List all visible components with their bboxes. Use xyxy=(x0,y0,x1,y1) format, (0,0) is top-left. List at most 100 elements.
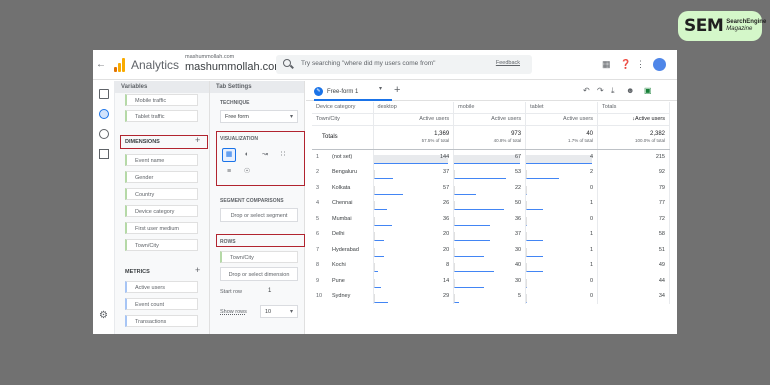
dimension-chip-country[interactable]: Country xyxy=(125,188,198,200)
city-name: Sydney xyxy=(332,293,351,300)
table-row[interactable]: 3 Kolkata 57 22 0 79 xyxy=(312,180,670,196)
add-metric-icon[interactable]: + xyxy=(195,265,200,275)
share-user-icon[interactable]: ☻ xyxy=(626,86,634,95)
cell-value: 51 xyxy=(658,246,665,253)
tab-settings-title: Tab Settings xyxy=(210,81,304,93)
avatar[interactable] xyxy=(653,58,666,71)
rows-chip-town-city[interactable]: Town/City xyxy=(220,251,298,263)
cell-desktop: 144 xyxy=(373,149,455,165)
table-row[interactable]: 10 Sydney 29 5 0 34 xyxy=(312,288,670,304)
dimension-chip-town-city[interactable]: Town/City xyxy=(125,239,198,251)
table-row[interactable]: 7 Hyderabad 20 30 1 51 xyxy=(312,242,670,258)
city-name: Chennai xyxy=(332,200,353,207)
bar-chart-viz-icon[interactable]: ≡ xyxy=(222,165,236,179)
back-arrow-icon[interactable]: ← xyxy=(96,59,106,70)
col-tablet[interactable]: tablet xyxy=(525,102,599,114)
feedback-link[interactable]: Feedback xyxy=(496,60,520,66)
segment-drop-zone[interactable]: Drop or select segment xyxy=(220,208,298,222)
reports-icon[interactable] xyxy=(99,89,109,99)
active-tab-indicator xyxy=(314,99,392,101)
free-form-table: Device category desktop mobile tablet To… xyxy=(312,102,670,304)
cell-value: 30 xyxy=(514,277,522,284)
metric-header-mobile[interactable]: Active users xyxy=(453,113,527,126)
metric-chip-transactions[interactable]: Transactions xyxy=(125,315,198,327)
metric-chip-active-users[interactable]: Active users xyxy=(125,281,198,293)
data-bar xyxy=(526,263,543,272)
segment-chip-tablet[interactable]: Tablet traffic xyxy=(125,110,198,122)
table-row[interactable]: 5 Mumbai 36 36 0 72 xyxy=(312,211,670,227)
donut-viz-icon[interactable]: ◐ xyxy=(240,148,254,162)
row-index: 9 xyxy=(316,277,320,284)
cell-city: 3 Kolkata xyxy=(312,180,374,196)
show-rows-select[interactable]: 10 ▾ xyxy=(260,305,298,318)
col-desktop[interactable]: desktop xyxy=(373,102,455,114)
more-vert-icon[interactable]: ⋮ xyxy=(636,59,645,69)
table-viz-icon[interactable]: ▦ xyxy=(222,148,236,162)
settings-gear-icon[interactable]: ⚙ xyxy=(99,311,109,321)
table-row[interactable]: 2 Bengaluru 37 53 2 92 xyxy=(312,164,670,180)
scatter-viz-icon[interactable]: ∷ xyxy=(276,148,290,162)
cell-tablet: 1 xyxy=(525,195,599,211)
start-row-input[interactable]: 1 xyxy=(268,288,271,294)
help-icon[interactable]: ❓ xyxy=(620,59,631,69)
configure-icon[interactable] xyxy=(99,149,109,159)
cell-desktop: 14 xyxy=(373,273,455,289)
table-row[interactable]: 1 (not set) 144 67 4 215 xyxy=(312,149,670,165)
dimension-chip-first-user-medium[interactable]: First user medium xyxy=(125,222,198,234)
cell-desktop: 57 xyxy=(373,180,455,196)
insights-icon[interactable]: ▣ xyxy=(644,86,652,95)
totals-row: Totals 1,369 57.5% of total 973 40.8% of t… xyxy=(312,125,670,150)
dimension-chip-gender[interactable]: Gender xyxy=(125,171,198,183)
row-dim-label: Town/City xyxy=(312,113,374,126)
cell-value: 0 xyxy=(589,184,594,191)
analytics-logo-icon xyxy=(114,58,126,72)
cell-value: 1 xyxy=(589,246,594,253)
cell-city: 10 Sydney xyxy=(312,288,374,304)
cell-mobile: 50 xyxy=(453,195,527,211)
city-name: Kolkata xyxy=(332,184,351,191)
add-dimension-icon[interactable]: + xyxy=(195,135,200,145)
data-bar xyxy=(526,154,593,164)
cell-city: 4 Chennai xyxy=(312,195,374,211)
account-selector[interactable]: mashummollah.com mashummollah.com xyxy=(185,54,283,73)
rows-label: ROWS xyxy=(220,239,236,245)
line-chart-viz-icon[interactable]: ↝ xyxy=(258,148,272,162)
cell-desktop: 26 xyxy=(373,195,455,211)
col-mobile[interactable]: mobile xyxy=(453,102,527,114)
cell-value: 36 xyxy=(443,215,450,222)
apps-grid-icon[interactable]: ▦ xyxy=(602,59,611,69)
search-bar[interactable]: Try searching "where did my users come f… xyxy=(276,55,532,74)
cell-value: 215 xyxy=(655,154,665,160)
cell-tablet: 4 xyxy=(525,149,599,165)
geo-map-viz-icon[interactable]: ☉ xyxy=(240,165,254,179)
technique-label: TECHNIQUE xyxy=(220,100,250,106)
tab-dropdown-icon[interactable]: ▾ xyxy=(379,85,382,92)
add-tab-icon[interactable]: + xyxy=(394,84,400,96)
metric-chip-event-count[interactable]: Event count xyxy=(125,298,198,310)
metric-header-totals[interactable]: ↓Active users xyxy=(597,113,670,126)
data-bar xyxy=(373,170,393,179)
data-bar xyxy=(526,170,560,179)
dimension-chip-event-name[interactable]: Event name xyxy=(125,154,198,166)
redo-icon[interactable]: ↷ xyxy=(597,86,604,95)
tab-free-form-1[interactable]: ✎ Free-form 1 xyxy=(314,85,358,98)
undo-icon[interactable]: ↶ xyxy=(583,86,590,95)
row-index: 5 xyxy=(316,215,320,222)
table-row[interactable]: 9 Pune 14 30 0 44 xyxy=(312,273,670,289)
segment-chip-mobile[interactable]: Mobile traffic xyxy=(125,94,198,106)
data-bar xyxy=(373,154,448,164)
table-row[interactable]: 4 Chennai 26 50 1 77 xyxy=(312,195,670,211)
download-icon[interactable]: ⤓ xyxy=(611,86,615,96)
data-bar xyxy=(454,154,521,164)
technique-select[interactable]: Free form ▾ xyxy=(220,110,298,123)
rows-drop-zone[interactable]: Drop or select dimension xyxy=(220,267,298,281)
table-row[interactable]: 6 Delhi 20 37 1 58 xyxy=(312,226,670,242)
top-bar: ← Analytics mashummollah.com mashummolla… xyxy=(93,50,677,80)
metric-header-desktop[interactable]: Active users xyxy=(373,113,455,126)
explore-icon[interactable] xyxy=(99,109,109,119)
advertising-icon[interactable] xyxy=(99,129,109,139)
table-row[interactable]: 8 Kochi 8 40 1 49 xyxy=(312,257,670,273)
data-bar xyxy=(454,216,490,226)
metric-header-tablet[interactable]: Active users xyxy=(525,113,599,126)
dimension-chip-device-category[interactable]: Device category xyxy=(125,205,198,217)
